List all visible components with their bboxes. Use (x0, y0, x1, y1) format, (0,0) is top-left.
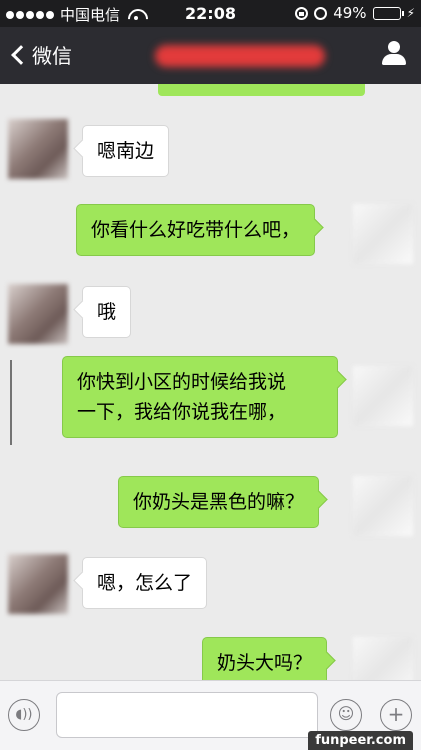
message-text-line: 一下，我给你说我在哪， (77, 401, 287, 423)
rotation-lock-icon (295, 6, 309, 20)
incoming-message-bubble[interactable]: 哦 (82, 286, 132, 338)
status-bar: 中国电信 22:08 49% ⚡ (0, 0, 421, 27)
emoji-button[interactable]: ☺ (330, 699, 362, 731)
site-watermark: funpeer.com (308, 731, 413, 750)
voice-button[interactable]: ◖)) (8, 699, 40, 731)
friend-avatar[interactable] (8, 284, 68, 344)
message-text-line: 你快到小区的时候给我说 (77, 371, 287, 393)
my-avatar[interactable] (353, 204, 413, 264)
nav-bar: 微信 (0, 27, 421, 84)
message-text: 你看什么好吃带什么吧， (91, 219, 301, 241)
my-avatar[interactable] (353, 637, 413, 680)
previous-message-bubble (158, 84, 365, 96)
divider-line (10, 360, 12, 445)
outgoing-message-bubble[interactable]: 你奶头是黑色的嘛？ (118, 476, 320, 528)
outgoing-message-bubble[interactable]: 你快到小区的时候给我说 一下，我给你说我在哪， (62, 356, 338, 438)
chevron-left-icon (11, 44, 31, 65)
charging-icon: ⚡ (406, 6, 415, 20)
plus-button[interactable]: + (380, 699, 412, 731)
outgoing-message-bubble[interactable]: 你看什么好吃带什么吧， (76, 204, 316, 256)
plus-icon: + (387, 702, 405, 726)
person-icon (388, 41, 400, 53)
message-text: 嗯，怎么了 (97, 572, 193, 594)
outgoing-message-bubble[interactable]: 奶头大吗？ (202, 637, 328, 680)
message-input[interactable] (56, 692, 318, 738)
my-avatar[interactable] (353, 476, 413, 536)
message-text: 奶头大吗？ (217, 652, 313, 674)
message-text: 你奶头是黑色的嘛？ (133, 491, 305, 513)
back-button[interactable]: 微信 (10, 40, 72, 69)
my-avatar[interactable] (353, 366, 413, 426)
alarm-icon (314, 6, 328, 20)
battery-icon (372, 6, 404, 20)
back-label: 微信 (32, 44, 72, 68)
contact-name-obscured (155, 45, 325, 67)
emoji-icon: ☺ (337, 704, 355, 723)
incoming-message-bubble[interactable]: 嗯，怎么了 (82, 557, 208, 609)
chat-area[interactable]: 嗯南边 你看什么好吃带什么吧， 哦 你快到小区的时候给我说 一下，我给你说我在哪… (0, 84, 421, 680)
voice-icon: ◖)) (15, 707, 33, 722)
friend-avatar[interactable] (8, 119, 68, 179)
message-text: 哦 (97, 301, 117, 323)
incoming-message-bubble[interactable]: 嗯南边 (82, 125, 170, 177)
friend-avatar[interactable] (8, 554, 68, 614)
battery-percent: 49% (333, 4, 367, 22)
message-text: 嗯南边 (97, 140, 155, 162)
profile-button[interactable] (381, 41, 407, 67)
